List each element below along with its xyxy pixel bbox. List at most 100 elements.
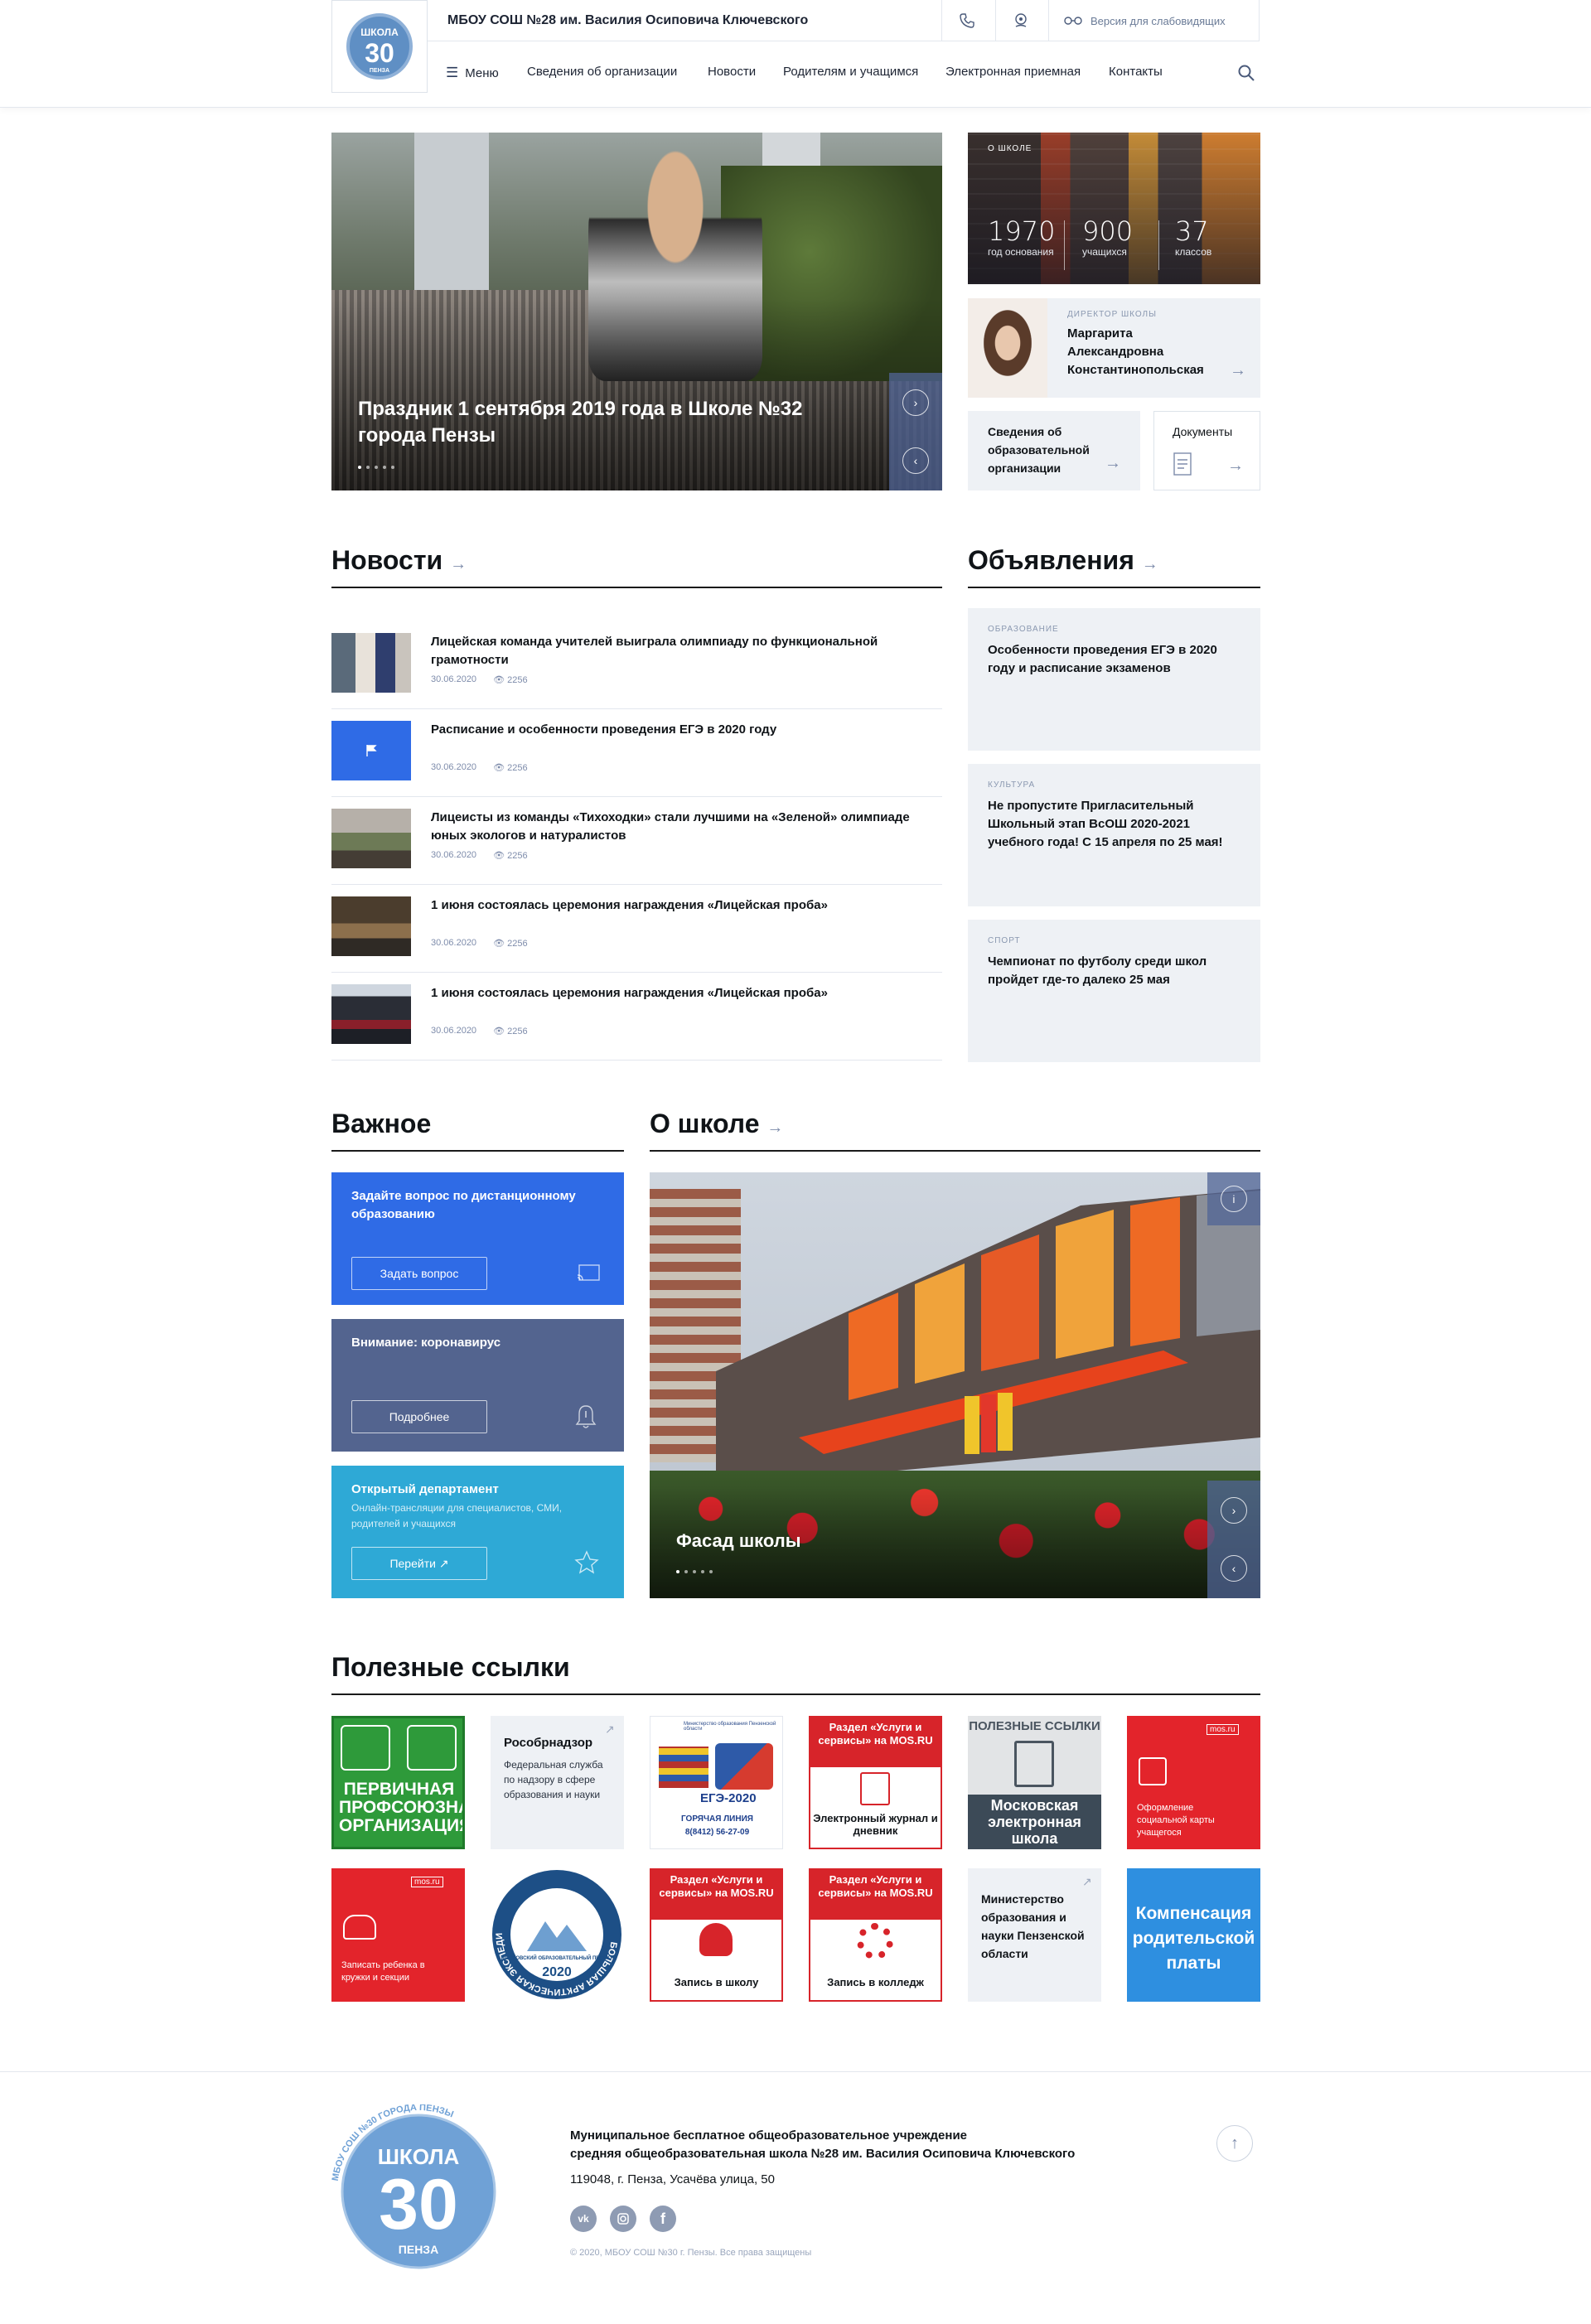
about-school-heading[interactable]: О школе → [650, 1109, 783, 1139]
external-link-icon: ↗ [1082, 1875, 1092, 1888]
link-text: Электронный журнал и дневник [813, 1812, 938, 1837]
nav-link-news[interactable]: Новости [708, 65, 756, 79]
announcement-card[interactable]: СПОРТ Чемпионат по футболу среди школ пр… [968, 920, 1260, 1062]
scroll-top-icon[interactable]: ↑ [1216, 2125, 1253, 2162]
news-meta: 30.06.2020 👁 2256 [431, 762, 528, 773]
phone-icon[interactable] [941, 0, 991, 41]
hero-title[interactable]: Праздник 1 сентября 2019 года в Школе №3… [358, 396, 822, 449]
news-heading[interactable]: Новости → [331, 545, 467, 576]
hero-dots[interactable] [358, 466, 394, 469]
announcement-text: Чемпионат по футболу среди школ пройдет … [988, 954, 1207, 987]
link-compensation[interactable]: Компенсация родительской платы [1127, 1868, 1260, 2002]
news-item[interactable]: Лицейская команда учителей выиграла олим… [331, 621, 942, 709]
svg-text:30: 30 [365, 38, 394, 68]
news-title: Лицейская команда учителей выиграла олим… [431, 635, 878, 667]
link-ege[interactable]: Министерство образования Пензенской обла… [650, 1716, 783, 1849]
announcements-heading[interactable]: Объявления → [968, 545, 1158, 576]
link-text: Министерство образования и науки Пензенс… [981, 1892, 1085, 1960]
go-button[interactable]: Перейти ↗ [351, 1547, 487, 1580]
more-button[interactable]: Подробнее [351, 1400, 487, 1433]
link-mesh[interactable]: ПОЛЕЗНЫЕ ССЫЛКИ Московская электронная ш… [968, 1716, 1101, 1849]
prev-arrow-icon[interactable]: ‹ [902, 447, 929, 474]
announcement-text: Не пропустите Пригласительный Школьный э… [988, 799, 1223, 849]
news-title: 1 июня состоялась церемония награждения … [431, 986, 828, 1000]
link-text: Запись в школу [674, 1976, 759, 1988]
news-divider [331, 587, 942, 588]
news-item[interactable]: Лицеисты из команды «Тихоходки» стали лу… [331, 797, 942, 885]
director-card[interactable]: ДИРЕКТОР ШКОЛЫ Маргарита Александровна К… [968, 298, 1260, 398]
news-item[interactable]: 1 июня состоялась церемония награждения … [331, 973, 942, 1061]
about-label: О ШКОЛЕ [988, 144, 1032, 153]
link-ministry[interactable]: Министерство образования и науки Пензенс… [968, 1868, 1101, 2002]
instagram-icon[interactable] [610, 2206, 636, 2232]
documents-tile[interactable]: Документы → [1153, 411, 1260, 490]
stat-founded: 1970 год основания [988, 215, 1056, 258]
arrow-right-icon: → [1141, 555, 1158, 573]
documents-label: Документы [1173, 425, 1233, 438]
link-journal[interactable]: Раздел «Услуги и сервисы» на MOS.RU Элек… [809, 1716, 942, 1849]
hands-icon [343, 1915, 376, 1940]
nav-link-organization[interactable]: Сведения об организации [527, 65, 677, 79]
low-vision-label: Версия для слабовидящих [1090, 14, 1226, 27]
news-thumbnail [331, 984, 411, 1044]
facade-slider[interactable]: Фасад школы i › ‹ [650, 1172, 1260, 1598]
document-icon [1014, 1741, 1054, 1787]
bell-icon [574, 1404, 597, 1434]
hero-arrows: › ‹ [889, 373, 942, 490]
info-icon[interactable]: i [1221, 1186, 1247, 1212]
facebook-icon[interactable]: f [650, 2206, 676, 2232]
next-arrow-icon[interactable]: › [902, 389, 929, 416]
important-card-title: Внимание: коронавирус [351, 1336, 501, 1350]
nav-link-contacts[interactable]: Контакты [1109, 65, 1163, 79]
footer-org-line1: Муниципальное бесплатное общеобразовател… [570, 2128, 968, 2143]
facade-info: i [1207, 1172, 1260, 1225]
nav-link-parents[interactable]: Родителям и учащимся [783, 65, 918, 79]
location-icon[interactable] [995, 0, 1045, 41]
link-college-enroll[interactable]: Раздел «Услуги и сервисы» на MOS.RU Запи… [809, 1868, 942, 2002]
facade-dots[interactable] [676, 1570, 713, 1573]
about-school-divider [650, 1150, 1260, 1152]
link-arctic[interactable]: БОЛЬШАЯ АРКТИЧЕСКАЯ ЭКСПЕДИЦИЯ МОСКОВСКИ… [491, 1868, 624, 2002]
announcement-card[interactable]: КУЛЬТУРА Не пропустите Пригласительный Ш… [968, 764, 1260, 906]
link-text: Оформление социальной карты учащегося [1137, 1803, 1215, 1838]
arctic-expedition-emblem: БОЛЬШАЯ АРКТИЧЕСКАЯ ЭКСПЕДИЦИЯ МОСКОВСКИ… [491, 1868, 621, 1999]
union-leaf-icon [407, 1725, 457, 1771]
link-school-enroll[interactable]: Раздел «Услуги и сервисы» на MOS.RU Запи… [650, 1868, 783, 2002]
link-rosobrnadzor[interactable]: Рособрнадзор Федеральная служба по надзо… [491, 1716, 624, 1849]
vk-icon[interactable]: vk [570, 2206, 597, 2232]
star-icon [574, 1550, 599, 1579]
flag-icon [366, 745, 377, 756]
link-union[interactable]: ПЕРВИЧНАЯ ПРОФСОЮЗНАЯ ОРГАНИЗАЦИЯ [331, 1716, 465, 1849]
menu-button[interactable]: ☰ Меню [446, 65, 499, 81]
school-logo[interactable]: ШКОЛА 30 ПЕНЗА [331, 0, 428, 93]
arrow-right-icon: → [450, 555, 467, 573]
news-item[interactable]: Расписание и особенности проведения ЕГЭ … [331, 709, 942, 797]
low-vision-button[interactable]: Версия для слабовидящих [1048, 0, 1260, 41]
announcement-text: Особенности проведения ЕГЭ в 2020 году и… [988, 643, 1217, 675]
search-icon[interactable] [1237, 64, 1255, 86]
svg-text:ПЕНЗА: ПЕНЗА [399, 2243, 438, 2256]
announcement-card[interactable]: ОБРАЗОВАНИЕ Особенности проведения ЕГЭ в… [968, 608, 1260, 751]
hero-slider[interactable]: Праздник 1 сентября 2019 года в Школе №3… [331, 133, 942, 490]
ministry-label: Министерство образования Пензенской обла… [684, 1722, 776, 1732]
next-arrow-icon[interactable]: › [1221, 1497, 1247, 1524]
footer-copyright: © 2020, МБОУ СОШ №30 г. Пензы. Все права… [570, 2248, 812, 2258]
about-school-tile[interactable]: О ШКОЛЕ 1970 год основания 900 учащихся … [968, 133, 1260, 284]
link-social-card[interactable]: mos.ru Оформление социальной карты учаще… [1127, 1716, 1260, 1849]
announcement-category: КУЛЬТУРА [988, 780, 1036, 790]
hero-bg-building [414, 133, 489, 298]
svg-text:2020: 2020 [542, 1965, 572, 1979]
link-clubs[interactable]: mos.ru Записать ребенка в кружки и секци… [331, 1868, 465, 2002]
stat-classes: 37 классов [1175, 215, 1212, 258]
info-organization-tile[interactable]: Сведения об образовательной организации … [968, 411, 1140, 490]
news-item[interactable]: 1 июня состоялась церемония награждения … [331, 885, 942, 973]
announcement-category: ОБРАЗОВАНИЕ [988, 625, 1059, 634]
hamburger-icon: ☰ [446, 65, 459, 80]
svg-text:МОСКОВСКИЙ ОБРАЗОВАТЕЛЬНЫЙ ПРО: МОСКОВСКИЙ ОБРАЗОВАТЕЛЬНЫЙ ПРОЕКТ [501, 1954, 613, 1961]
svg-text:30: 30 [379, 2165, 458, 2244]
prev-arrow-icon[interactable]: ‹ [1221, 1555, 1247, 1582]
ask-question-button[interactable]: Задать вопрос [351, 1257, 487, 1290]
nav-link-reception[interactable]: Электронная приемная [945, 65, 1081, 79]
footer-logo[interactable]: МБОУ СОШ №30 ГОРОДА ПЕНЗЫ ШКОЛА 30 ПЕНЗА [331, 2103, 505, 2278]
mos-services-head: Раздел «Услуги и сервисы» на MOS.RU [651, 1870, 781, 1920]
